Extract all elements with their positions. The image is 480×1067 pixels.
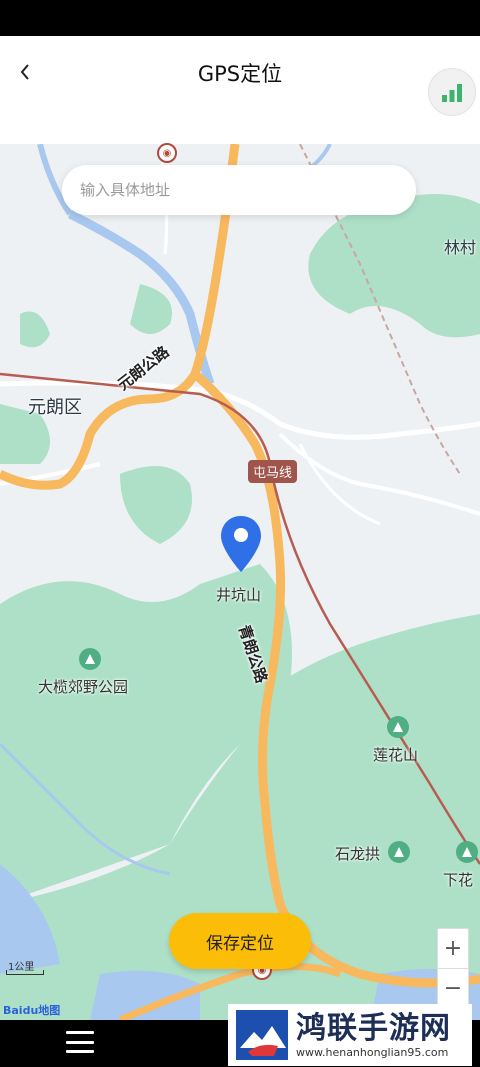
watermark-title: 鸿联手游网 (296, 1010, 451, 1046)
map-view[interactable] (0, 144, 480, 1020)
watermark-url: www.henanhonglian95.com (296, 1045, 449, 1059)
mountain-icon[interactable] (387, 716, 409, 738)
location-pin-icon (221, 516, 261, 572)
map-scale-bar (6, 970, 44, 975)
signal-button[interactable] (428, 68, 476, 116)
map-label-district: 元朗区 (28, 397, 82, 418)
map-logo: Baidu地图 (3, 1004, 61, 1017)
zoom-out-button[interactable]: − (438, 968, 468, 1007)
rail-line-badge: 屯马线 (248, 460, 298, 483)
zoom-in-button[interactable]: + (438, 929, 468, 968)
metro-station-icon[interactable]: ◉ (157, 143, 177, 163)
mountain-icon[interactable] (456, 841, 478, 863)
search-box[interactable] (62, 165, 416, 215)
mountain-icon[interactable] (388, 841, 410, 863)
zoom-control: + − (437, 928, 469, 1008)
search-input[interactable] (80, 181, 400, 199)
map-label-mountain: 石龙拱 (335, 845, 381, 863)
header (0, 36, 480, 144)
map-label-mountain: 井坑山 (216, 586, 262, 604)
map-base-layer (0, 144, 480, 1020)
page-title: GPS定位 (197, 62, 283, 86)
menu-icon[interactable] (66, 1031, 94, 1053)
status-bar (0, 0, 480, 36)
signal-icon (442, 84, 462, 102)
map-label-place: 下花 (443, 871, 474, 889)
watermark-logo-icon (236, 1010, 288, 1060)
save-location-button[interactable]: 保存定位 (169, 913, 311, 969)
map-label-village: 林村 (444, 238, 477, 257)
park-icon[interactable] (79, 648, 101, 670)
map-label-mountain: 莲花山 (373, 746, 419, 764)
watermark: 鸿联手游网 www.henanhonglian95.com (228, 1004, 472, 1066)
map-label-park: 大榄郊野公园 (38, 678, 129, 696)
